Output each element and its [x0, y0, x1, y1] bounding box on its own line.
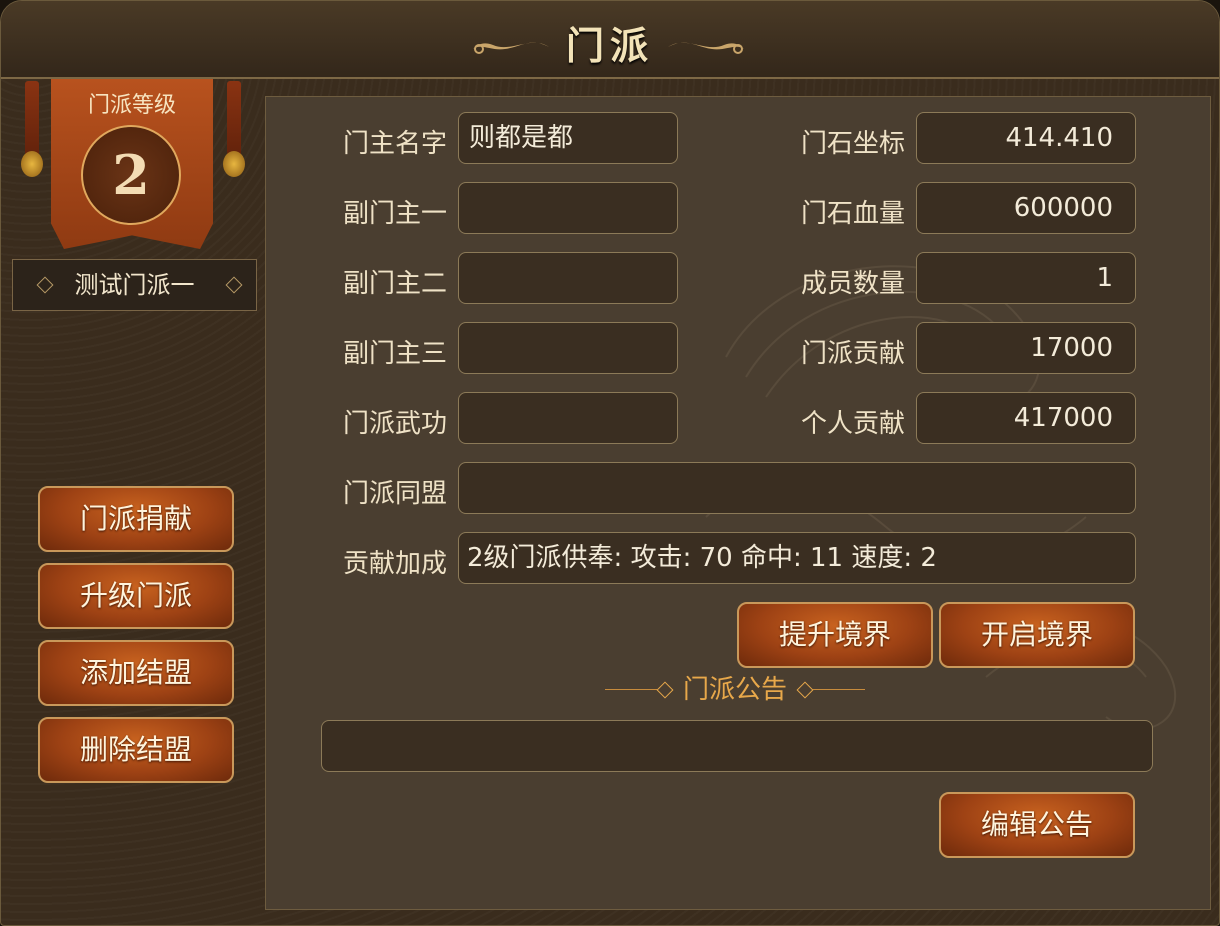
- notice-divider: 门派公告: [605, 673, 865, 707]
- level-label: 门派等级: [87, 93, 176, 118]
- diamond-left-icon: [36, 276, 54, 294]
- vice-master-3-label: 副门主三: [342, 339, 447, 369]
- window-title: 门派: [565, 24, 654, 68]
- vice-master-3-field[interactable]: [458, 322, 678, 374]
- sect-contribution-label: 门派贡献: [800, 339, 905, 369]
- remove-alliance-button[interactable]: 删除结盟: [38, 717, 234, 783]
- donate-button[interactable]: 门派捐献: [38, 486, 234, 552]
- diamond-right-icon: [225, 276, 243, 294]
- alliance-field[interactable]: [458, 462, 1136, 514]
- raise-realm-button[interactable]: 提升境界: [737, 602, 933, 668]
- add-alliance-button[interactable]: 添加结盟: [38, 640, 234, 706]
- title-bar: 门派: [1, 1, 1219, 79]
- divider-line-right: [813, 689, 865, 690]
- vice-master-1-label: 副门主一: [342, 199, 447, 229]
- master-name-label: 门主名字: [342, 129, 447, 159]
- personal-contribution-label: 个人贡献: [800, 409, 905, 439]
- member-count-label: 成员数量: [800, 269, 905, 299]
- diamond-right-icon: [796, 681, 814, 699]
- notice-content-field[interactable]: [321, 720, 1153, 772]
- vice-master-2-label: 副门主二: [342, 269, 447, 299]
- member-count-field: 1: [916, 252, 1136, 304]
- alliance-label: 门派同盟: [342, 479, 447, 509]
- diamond-left-icon: [656, 681, 674, 699]
- open-realm-button[interactable]: 开启境界: [939, 602, 1135, 668]
- sect-name: 测试门派一: [74, 271, 195, 299]
- level-value: 2: [81, 125, 181, 225]
- notice-title: 门派公告: [682, 675, 787, 705]
- stone-hp-field: 600000: [916, 182, 1136, 234]
- vice-master-2-field[interactable]: [458, 252, 678, 304]
- stone-coords-field: 414.410: [916, 112, 1136, 164]
- edit-notice-button[interactable]: 编辑公告: [939, 792, 1135, 858]
- sect-skill-field[interactable]: [458, 392, 678, 444]
- divider-line-left: [605, 689, 657, 690]
- bonus-field: 2级门派供奉: 攻击: 70 命中: 11 速度: 2: [458, 532, 1136, 584]
- tassel-knot-right-icon: [223, 151, 245, 177]
- upgrade-sect-button[interactable]: 升级门派: [38, 563, 234, 629]
- title-ornament-right-icon: [668, 42, 744, 54]
- stone-coords-label: 门石坐标: [800, 129, 905, 159]
- master-name-field[interactable]: 则都是都: [458, 112, 678, 164]
- stone-hp-label: 门石血量: [800, 199, 905, 229]
- sect-name-plate: 测试门派一: [12, 259, 257, 311]
- sect-skill-label: 门派武功: [342, 409, 447, 439]
- personal-contribution-field: 417000: [916, 392, 1136, 444]
- sect-window: 门派 门派等级 2 测试门派一 门派捐献 升级门派 添加结盟 删除结盟 门主名字…: [0, 0, 1220, 926]
- vice-master-1-field[interactable]: [458, 182, 678, 234]
- sect-contribution-field: 17000: [916, 322, 1136, 374]
- bonus-label: 贡献加成: [342, 549, 447, 579]
- tassel-knot-left-icon: [21, 151, 43, 177]
